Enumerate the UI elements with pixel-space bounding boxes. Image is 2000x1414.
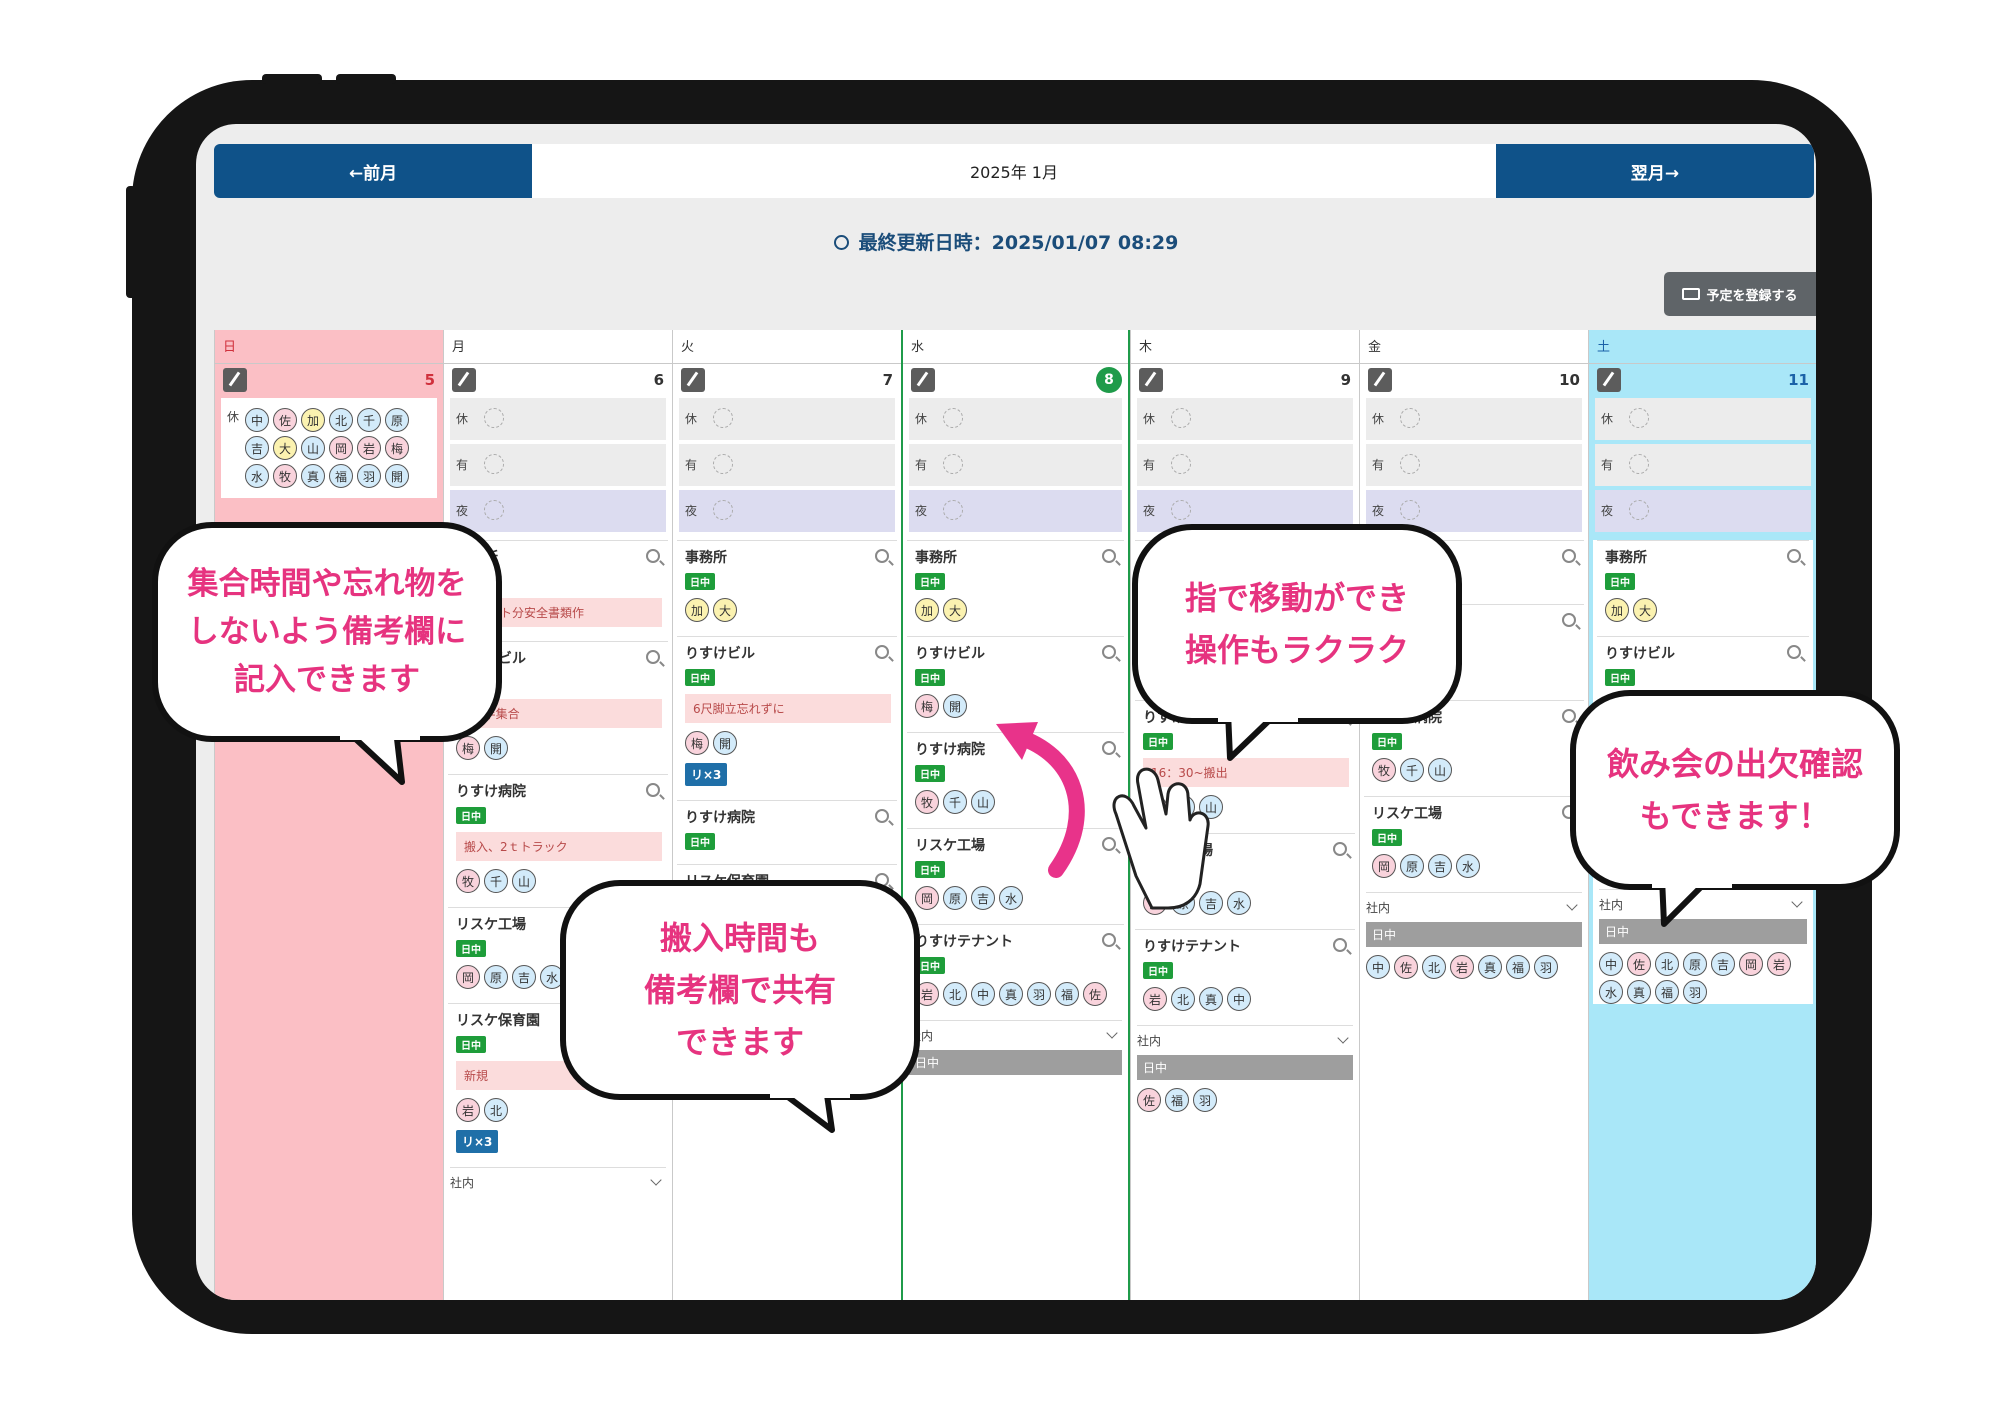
callout-memo-line: しないよう備考欄に: [187, 614, 467, 650]
swipe-arrow: [1008, 728, 1085, 878]
callout-party: 飲み会の出欠確認 もできます！: [1570, 690, 1900, 890]
callout-party-line: 飲み会の出欠確認: [1606, 745, 1863, 783]
callout-move: 指で移動ができ 操作もラクラク: [1132, 524, 1462, 724]
callout-party-line: もできます！: [1639, 797, 1831, 835]
callout-memo-line: 集合時間や忘れ物を: [187, 566, 467, 602]
callout-delivery-line: できます: [675, 1023, 804, 1061]
tablet-top-button: [262, 74, 322, 84]
callout-move-tail: [1218, 712, 1298, 761]
callout-memo: 集合時間や忘れ物を しないよう備考欄に 記入できます: [152, 522, 502, 742]
callout-delivery-line: 備考欄で共有: [643, 971, 836, 1009]
callout-memo-tail: [340, 730, 420, 785]
callout-party-tail: [1652, 878, 1732, 927]
tablet-top-button: [336, 74, 396, 84]
callout-move-line: 指で移動ができ: [1184, 579, 1409, 617]
tablet-side-button: [126, 186, 136, 298]
hand-pointer-icon: [1112, 767, 1210, 910]
callout-delivery-tail: [770, 1088, 850, 1133]
callout-move-line: 操作もラクラク: [1184, 631, 1409, 669]
callout-memo-line: 記入できます: [234, 662, 420, 698]
callout-delivery: 搬入時間も 備考欄で共有 できます: [560, 880, 920, 1100]
callout-delivery-line: 搬入時間も: [659, 919, 820, 957]
